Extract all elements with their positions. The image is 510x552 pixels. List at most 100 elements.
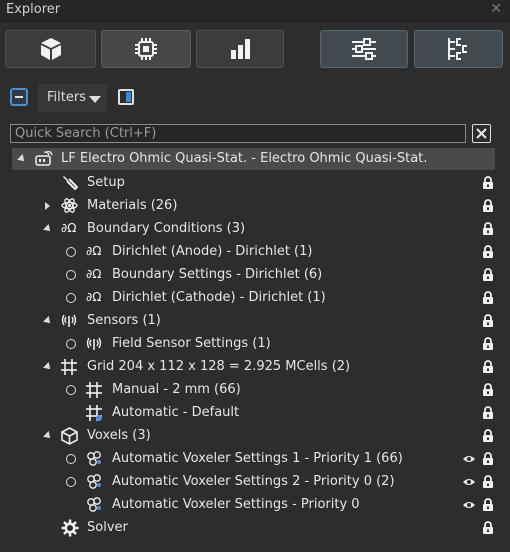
- tree-item-grid[interactable]: Grid 204 x 112 x 128 = 2.925 MCells (2): [0, 356, 510, 378]
- boundary-icon: [86, 290, 102, 304]
- tree-item-materials[interactable]: Materials (26): [0, 195, 510, 217]
- radio-icon[interactable]: [66, 247, 76, 257]
- expand-arrow-icon[interactable]: [43, 431, 53, 441]
- tree-item-label: Setup: [87, 175, 125, 190]
- clear-search-button[interactable]: [472, 124, 491, 143]
- hierarchy-icon: [447, 38, 467, 60]
- tree-root-label: LF Electro Ohmic Quasi-Stat. - Electro O…: [61, 151, 428, 166]
- lock-icon[interactable]: [482, 176, 494, 189]
- boundary-icon: [86, 244, 102, 258]
- tree-item-setup[interactable]: Setup: [0, 172, 510, 194]
- tree-item-field-sensor[interactable]: Field Sensor Settings (1): [0, 333, 510, 355]
- tree-item-label: Dirichlet (Cathode) - Dirichlet (1): [112, 290, 326, 305]
- lock-icon[interactable]: [482, 222, 494, 235]
- filters-label: Filters: [47, 90, 86, 105]
- tree-item-label: Solver: [87, 520, 128, 535]
- toolbar-hierarchy-button[interactable]: [414, 30, 503, 68]
- tree-item-label: Automatic - Default: [112, 405, 240, 420]
- eye-icon[interactable]: [462, 500, 476, 510]
- tree-item-voxeler-default[interactable]: Automatic Voxeler Settings - Priority 0: [0, 494, 510, 516]
- expand-arrow-icon[interactable]: [43, 224, 53, 234]
- lock-icon[interactable]: [482, 498, 494, 511]
- toolbar-simulation-button[interactable]: [101, 30, 191, 68]
- lock-icon[interactable]: [482, 360, 494, 373]
- expand-arrow-icon[interactable]: [43, 316, 53, 326]
- toolbar-analysis-button[interactable]: [196, 30, 284, 68]
- radio-icon[interactable]: [66, 385, 76, 395]
- tree-item-boundary-conditions[interactable]: Boundary Conditions (3): [0, 218, 510, 240]
- tree-item-label: Materials (26): [87, 198, 178, 213]
- toolbar-settings-button[interactable]: [320, 30, 408, 68]
- chip-icon: [135, 38, 157, 60]
- lock-icon[interactable]: [482, 452, 494, 465]
- lock-icon[interactable]: [482, 291, 494, 304]
- boundary-icon: [61, 221, 77, 235]
- sensor-icon: [86, 337, 102, 351]
- tree-item-bc-settings[interactable]: Boundary Settings - Dirichlet (6): [0, 264, 510, 286]
- lock-icon[interactable]: [482, 521, 494, 534]
- radio-icon[interactable]: [66, 270, 76, 280]
- tree-root-row[interactable]: LF Electro Ohmic Quasi-Stat. - Electro O…: [12, 148, 495, 170]
- chevron-down-icon: [89, 96, 101, 103]
- lock-icon[interactable]: [482, 383, 494, 396]
- radio-icon[interactable]: [66, 293, 76, 303]
- lock-icon[interactable]: [482, 314, 494, 327]
- close-icon[interactable]: ✕: [490, 1, 502, 17]
- tree-item-label: Boundary Settings - Dirichlet (6): [112, 267, 323, 282]
- tree-item-voxeler-1[interactable]: Automatic Voxeler Settings 1 - Priority …: [0, 448, 510, 470]
- close-icon: [476, 128, 487, 139]
- eye-icon[interactable]: [462, 477, 476, 487]
- tree-item-bc-cathode[interactable]: Dirichlet (Cathode) - Dirichlet (1): [0, 287, 510, 309]
- tree-item-label: Dirichlet (Anode) - Dirichlet (1): [112, 244, 313, 259]
- toolbar-model-button[interactable]: [5, 30, 96, 68]
- window-title: Explorer: [6, 2, 61, 17]
- tree-item-label: Automatic Voxeler Settings 2 - Priority …: [112, 474, 395, 489]
- tree-item-label: Boundary Conditions (3): [87, 221, 246, 236]
- tree-item-label: Automatic Voxeler Settings - Priority 0: [112, 497, 360, 512]
- boundary-icon: [86, 267, 102, 281]
- lock-icon[interactable]: [482, 199, 494, 212]
- tree-item-label: Grid 204 x 112 x 128 = 2.925 MCells (2): [87, 359, 351, 374]
- quick-search-input[interactable]: [10, 124, 466, 143]
- radio-icon[interactable]: [66, 454, 76, 464]
- grid-icon: [61, 359, 77, 375]
- lock-icon[interactable]: [482, 245, 494, 258]
- eye-icon[interactable]: [462, 454, 476, 464]
- tree-item-solver[interactable]: Solver: [0, 517, 510, 539]
- tree-item-label: Manual - 2 mm (66): [112, 382, 241, 397]
- collapse-all-button[interactable]: [10, 88, 28, 106]
- tree-item-sensors[interactable]: Sensors (1): [0, 310, 510, 332]
- filter-controls-row: Filters: [0, 84, 510, 112]
- lock-icon[interactable]: [482, 406, 494, 419]
- expand-arrow-icon[interactable]: [17, 154, 27, 164]
- radio-icon[interactable]: [66, 339, 76, 349]
- lock-icon[interactable]: [482, 475, 494, 488]
- tree-item-label: Sensors (1): [87, 313, 161, 328]
- tree-item-grid-manual[interactable]: Manual - 2 mm (66): [0, 379, 510, 401]
- expand-arrow-icon[interactable]: [43, 362, 53, 372]
- lock-icon[interactable]: [482, 337, 494, 350]
- toggle-panel-icon[interactable]: [118, 89, 134, 105]
- lock-icon[interactable]: [482, 429, 494, 442]
- simulation-icon: [35, 151, 53, 166]
- tree-item-bc-anode[interactable]: Dirichlet (Anode) - Dirichlet (1): [0, 241, 510, 263]
- lock-icon[interactable]: [482, 268, 494, 281]
- atom-icon: [61, 198, 78, 213]
- window-titlebar: Explorer ✕: [0, 0, 510, 22]
- voxel-cube-icon: [61, 427, 78, 445]
- expand-arrow-icon[interactable]: [45, 202, 50, 210]
- radio-icon[interactable]: [66, 477, 76, 487]
- tree-item-grid-automatic[interactable]: Automatic - Default: [0, 402, 510, 424]
- filters-dropdown[interactable]: Filters: [38, 84, 107, 112]
- auto-grid-icon: [86, 405, 103, 422]
- tree-item-label: Automatic Voxeler Settings 1 - Priority …: [112, 451, 403, 466]
- sensor-icon: [61, 314, 77, 328]
- voxeler-icon: [87, 497, 102, 512]
- tree-item-voxeler-2[interactable]: Automatic Voxeler Settings 2 - Priority …: [0, 471, 510, 493]
- tree-item-label: Voxels (3): [87, 428, 151, 443]
- solver-gear-icon: [61, 519, 79, 537]
- tree-item-voxels[interactable]: Voxels (3): [0, 425, 510, 447]
- voxeler-icon: [87, 474, 102, 489]
- tree-item-label: Field Sensor Settings (1): [112, 336, 271, 351]
- wrench-icon: [63, 176, 78, 191]
